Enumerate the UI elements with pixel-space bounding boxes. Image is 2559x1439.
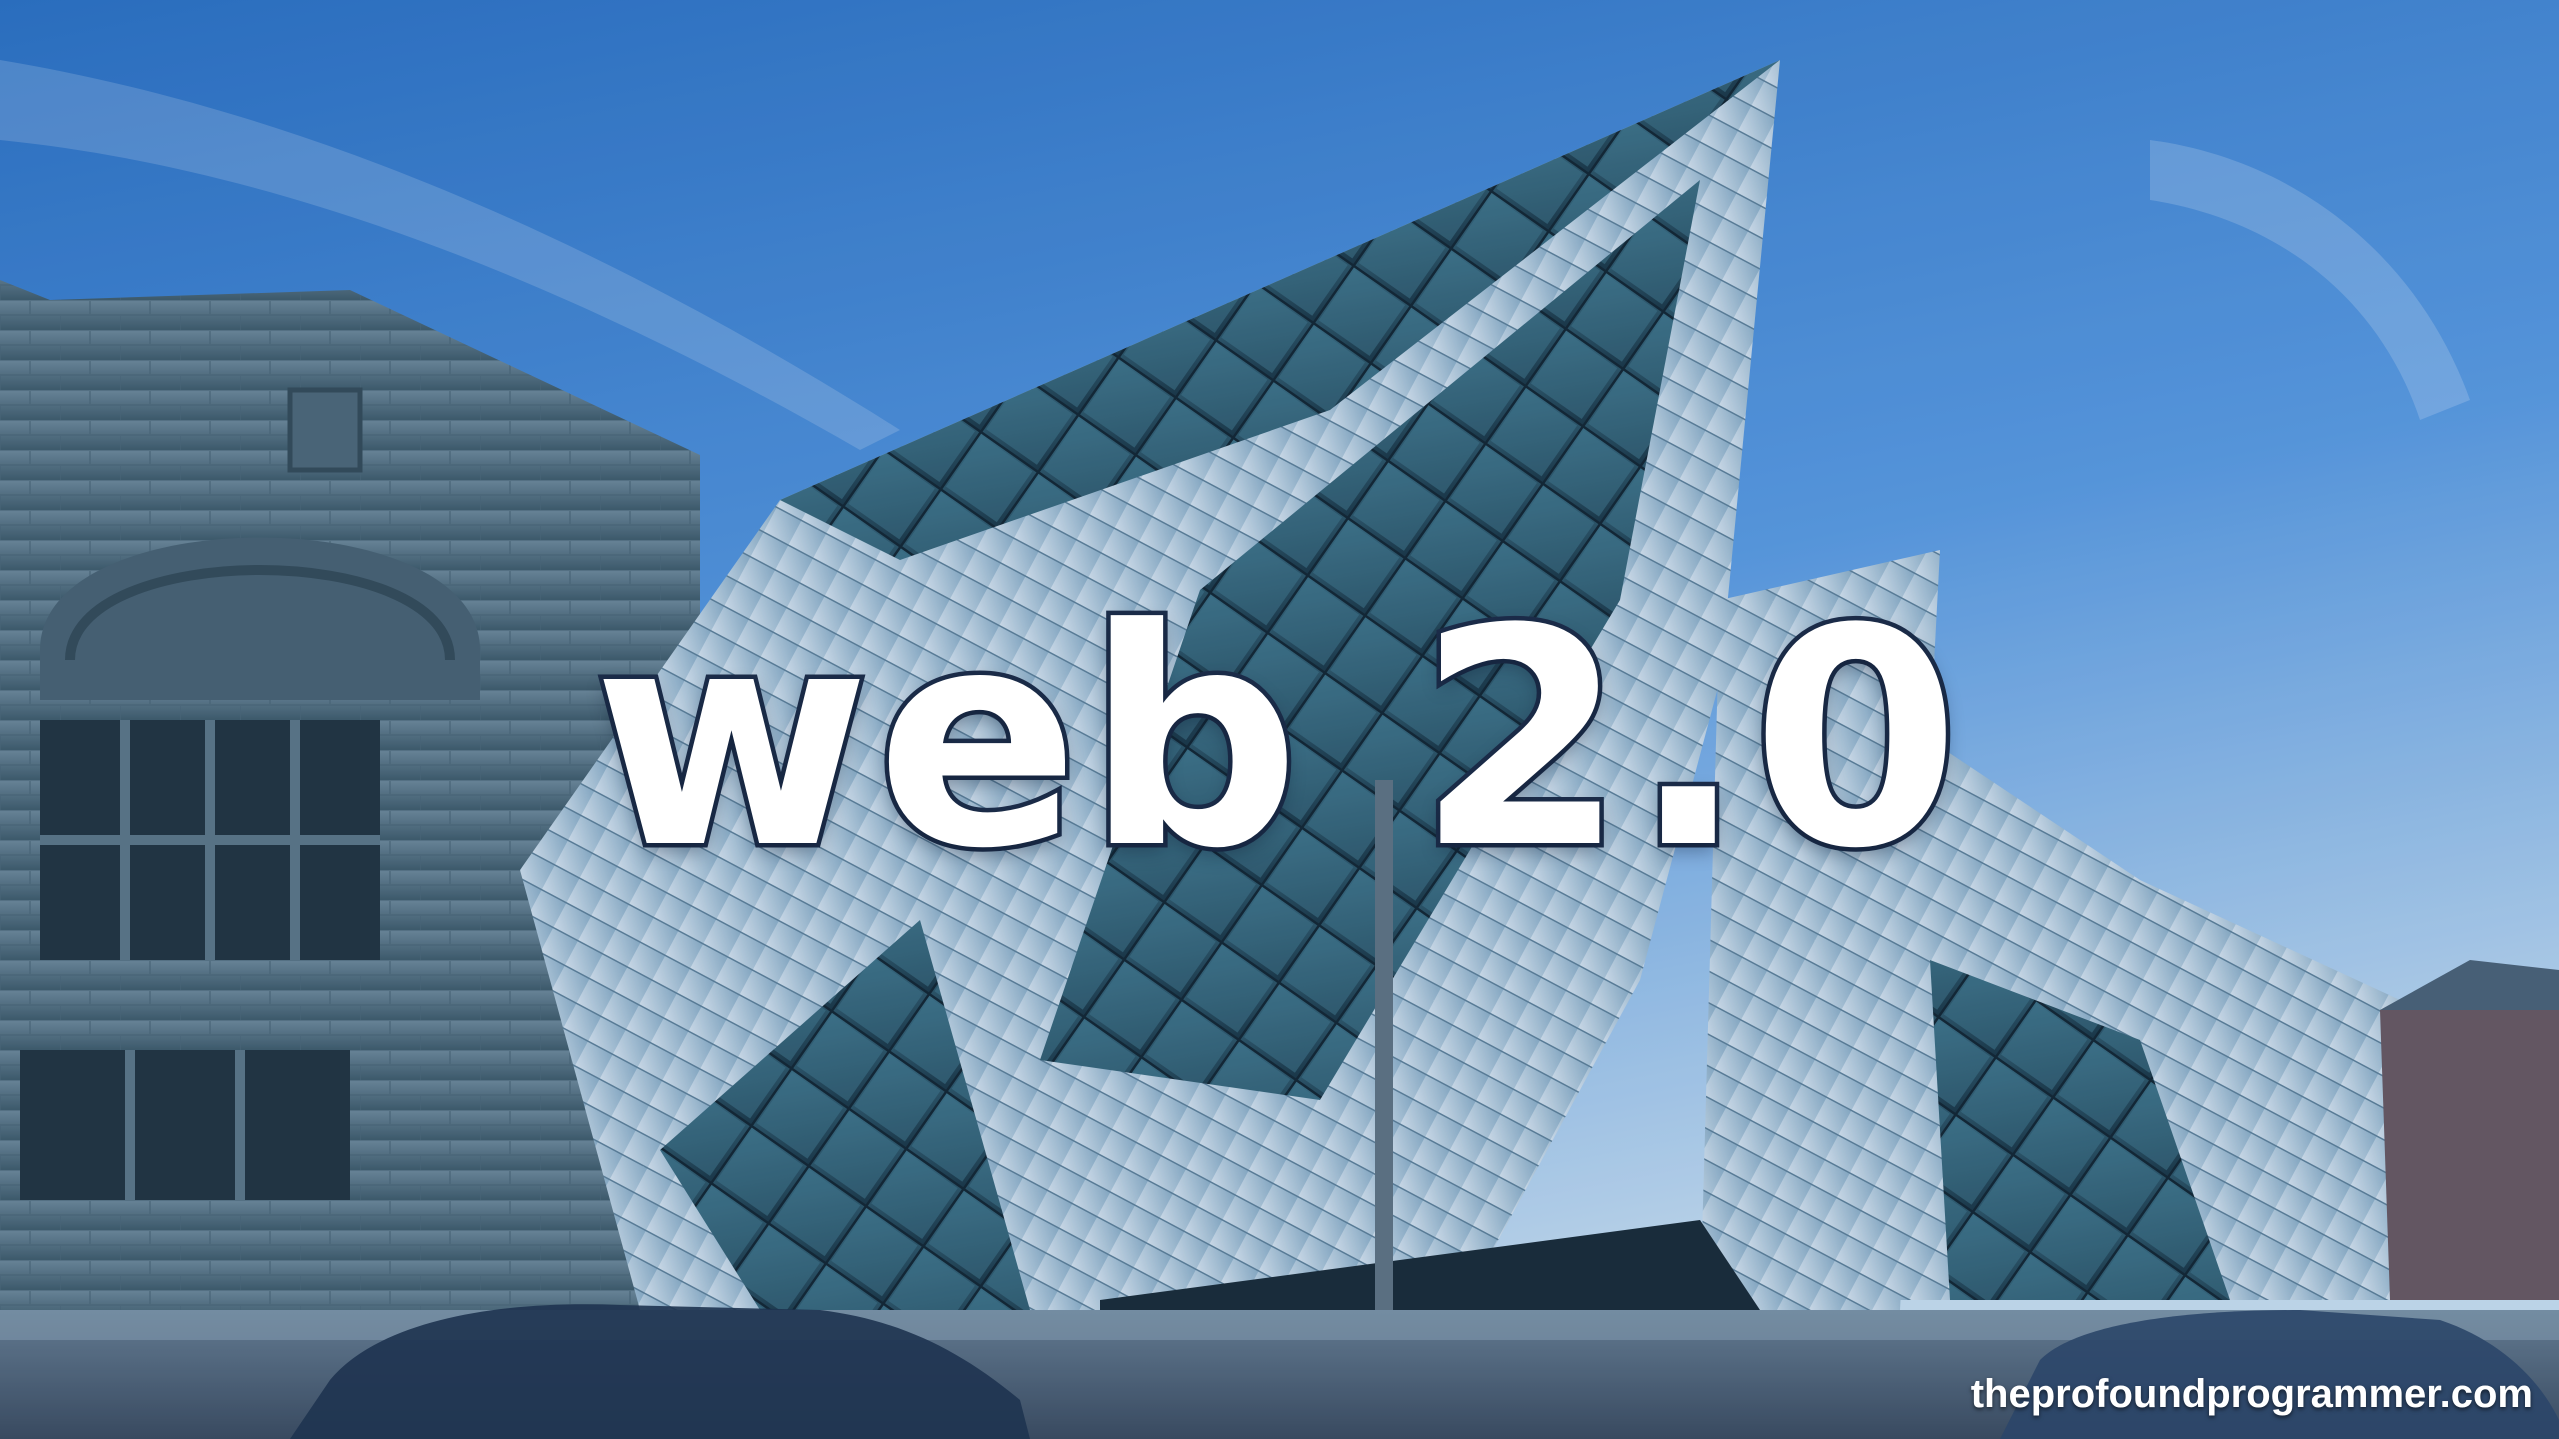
photo-scene: web 2.0 theprofoundprogrammer.com: [0, 0, 2559, 1439]
watermark-text: theprofoundprogrammer.com: [1970, 1372, 2533, 1416]
headline-text: web 2.0: [588, 561, 1967, 919]
